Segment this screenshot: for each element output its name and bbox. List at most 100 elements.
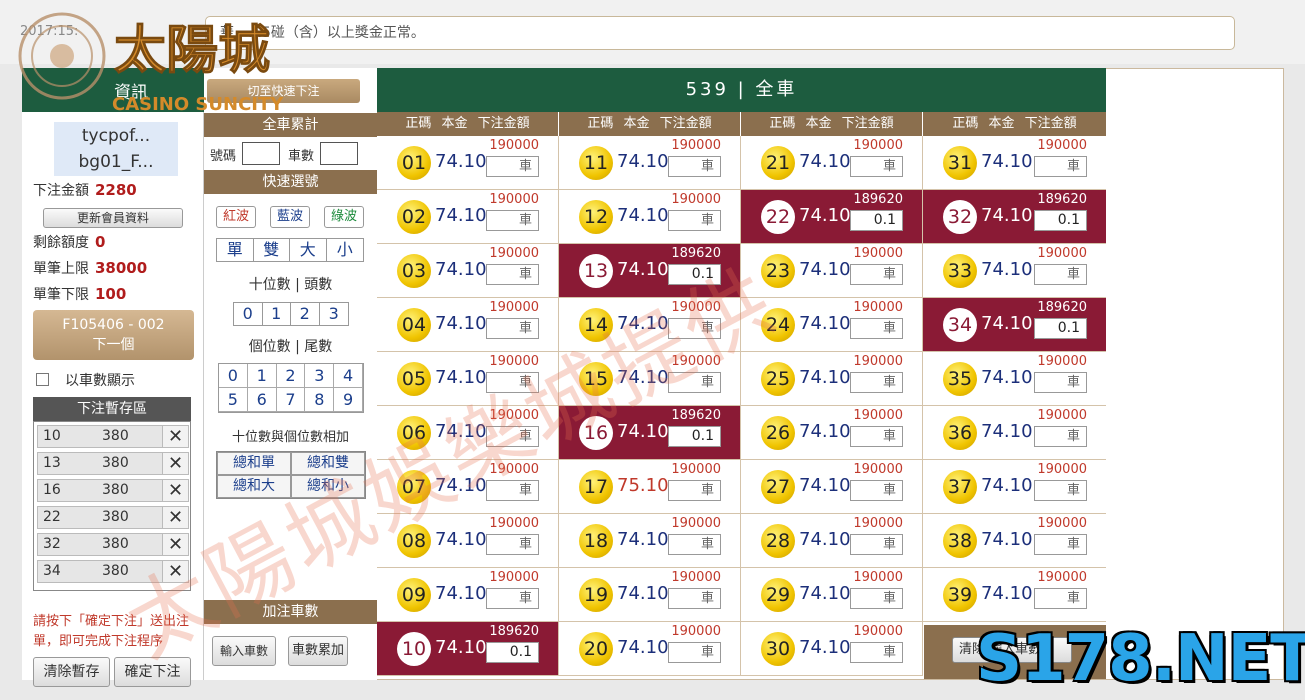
bet-amount-input[interactable]: 車	[486, 318, 539, 339]
units-0[interactable]: 0	[219, 364, 248, 388]
big-button[interactable]: 大	[290, 239, 327, 261]
bet-amount-input[interactable]: 車	[1034, 372, 1087, 393]
number-ball[interactable]: 21	[761, 146, 795, 180]
bet-amount-input[interactable]: 車	[486, 588, 539, 609]
bet-amount-input[interactable]: 車	[850, 318, 903, 339]
tens-label: 十位數 | 頭數	[248, 277, 333, 293]
bet-amount-input[interactable]: 車	[486, 210, 539, 231]
number-ball[interactable]: 27	[761, 470, 795, 504]
number-cell: 09 74.10 190000 車	[377, 568, 559, 622]
bet-amount-input[interactable]: 車	[486, 534, 539, 555]
accumulate-count-button[interactable]: 車數累加	[288, 636, 348, 666]
number-input[interactable]	[242, 142, 280, 165]
bet-amount-input[interactable]: 車	[850, 426, 903, 447]
count-input[interactable]	[320, 142, 358, 165]
tens-1[interactable]: 1	[263, 303, 291, 325]
bet-amount-input[interactable]: 車	[668, 642, 721, 663]
bet-amount-input[interactable]: 車	[668, 534, 721, 555]
number-ball[interactable]: 03	[397, 254, 431, 288]
update-member-button[interactable]: 更新會員資料	[43, 208, 183, 228]
tens-2[interactable]: 2	[291, 303, 320, 325]
next-draw-button[interactable]: F105406 - 002 下一個	[33, 310, 194, 360]
clear-temp-button[interactable]: 清除暫存	[33, 657, 110, 687]
bet-amount-input[interactable]: 車	[668, 480, 721, 501]
bet-amount-input[interactable]: 車	[850, 264, 903, 285]
number-ball[interactable]: 17	[579, 470, 613, 504]
bet-amount-input[interactable]: 車	[1034, 534, 1087, 555]
number-ball[interactable]: 30	[761, 632, 795, 666]
bet-amount-input[interactable]: 0.1	[1034, 318, 1087, 339]
units-8[interactable]: 8	[305, 388, 335, 412]
number-ball[interactable]: 19	[579, 578, 613, 612]
number-ball[interactable]: 04	[397, 308, 431, 342]
red-wave-button[interactable]: 紅波	[216, 206, 256, 228]
remove-icon[interactable]: ✕	[162, 426, 188, 447]
limit-value: 190000	[489, 570, 539, 585]
green-wave-button[interactable]: 綠波	[324, 206, 364, 228]
number-ball[interactable]: 26	[761, 416, 795, 450]
bet-amount-input[interactable]: 車	[850, 156, 903, 177]
tens-3[interactable]: 3	[320, 303, 348, 325]
bet-amount-input[interactable]: 車	[486, 156, 539, 177]
number-ball[interactable]: 28	[761, 524, 795, 558]
number-ball[interactable]: 12	[579, 200, 613, 234]
number-ball[interactable]: 29	[761, 578, 795, 612]
by-count-checkbox[interactable]	[36, 373, 49, 386]
number-ball[interactable]: 32	[943, 200, 977, 234]
number-ball[interactable]: 38	[943, 524, 977, 558]
bet-amount-input[interactable]: 0.1	[1034, 210, 1087, 231]
bet-amount-input[interactable]: 車	[486, 264, 539, 285]
bet-amount-input[interactable]: 車	[668, 588, 721, 609]
bet-amount-input[interactable]: 車	[850, 372, 903, 393]
bet-amount-input[interactable]: 車	[1034, 264, 1087, 285]
tens-0[interactable]: 0	[234, 303, 263, 325]
odd-button[interactable]: 單	[217, 239, 254, 261]
units-7[interactable]: 7	[276, 388, 306, 412]
bet-amount-input[interactable]: 車	[668, 210, 721, 231]
units-3[interactable]: 3	[305, 364, 335, 388]
number-ball[interactable]: 34	[943, 308, 977, 342]
bet-amount-input[interactable]: 車	[850, 642, 903, 663]
units-6[interactable]: 6	[247, 388, 277, 412]
bet-amount-input[interactable]: 車	[850, 534, 903, 555]
remove-icon[interactable]: ✕	[162, 480, 188, 501]
number-ball[interactable]: 22	[761, 200, 795, 234]
units-9[interactable]: 9	[334, 388, 363, 412]
bet-amount-input[interactable]: 0.1	[486, 642, 539, 663]
number-ball[interactable]: 01	[397, 146, 431, 180]
units-2[interactable]: 2	[276, 364, 306, 388]
number-ball[interactable]: 35	[943, 362, 977, 396]
bet-amount-input[interactable]: 0.1	[850, 210, 903, 231]
even-button[interactable]: 雙	[254, 239, 290, 261]
units-5[interactable]: 5	[219, 388, 248, 412]
number-ball[interactable]: 05	[397, 362, 431, 396]
number-ball[interactable]: 10	[397, 632, 431, 666]
bet-amount-input[interactable]: 車	[1034, 480, 1087, 501]
number-ball[interactable]: 31	[943, 146, 977, 180]
number-ball[interactable]: 36	[943, 416, 977, 450]
blue-wave-button[interactable]: 藍波	[270, 206, 310, 228]
remove-icon[interactable]: ✕	[162, 453, 188, 474]
units-1[interactable]: 1	[247, 364, 277, 388]
number-ball[interactable]: 13	[579, 254, 613, 288]
bet-amount-input[interactable]: 車	[850, 480, 903, 501]
number-ball[interactable]: 25	[761, 362, 795, 396]
small-button[interactable]: 小	[327, 239, 363, 261]
number-ball[interactable]: 20	[579, 632, 613, 666]
units-4[interactable]: 4	[334, 364, 363, 388]
number-ball[interactable]: 09	[397, 578, 431, 612]
bet-amount-input[interactable]: 車	[1034, 426, 1087, 447]
number-ball[interactable]: 11	[579, 146, 613, 180]
bet-amount-input[interactable]: 車	[1034, 156, 1087, 177]
number-ball[interactable]: 37	[943, 470, 977, 504]
sum-odd-button[interactable]: 總和單	[217, 452, 291, 475]
bet-amount-input[interactable]: 車	[850, 588, 903, 609]
number-ball[interactable]: 33	[943, 254, 977, 288]
number-ball[interactable]: 02	[397, 200, 431, 234]
bet-amount-input[interactable]: 車	[668, 156, 721, 177]
bet-amount-input[interactable]: 車	[1034, 588, 1087, 609]
bet-amount-input[interactable]: 0.1	[668, 426, 721, 447]
number-ball[interactable]: 39	[943, 578, 977, 612]
number-ball[interactable]: 23	[761, 254, 795, 288]
number-ball[interactable]: 18	[579, 524, 613, 558]
